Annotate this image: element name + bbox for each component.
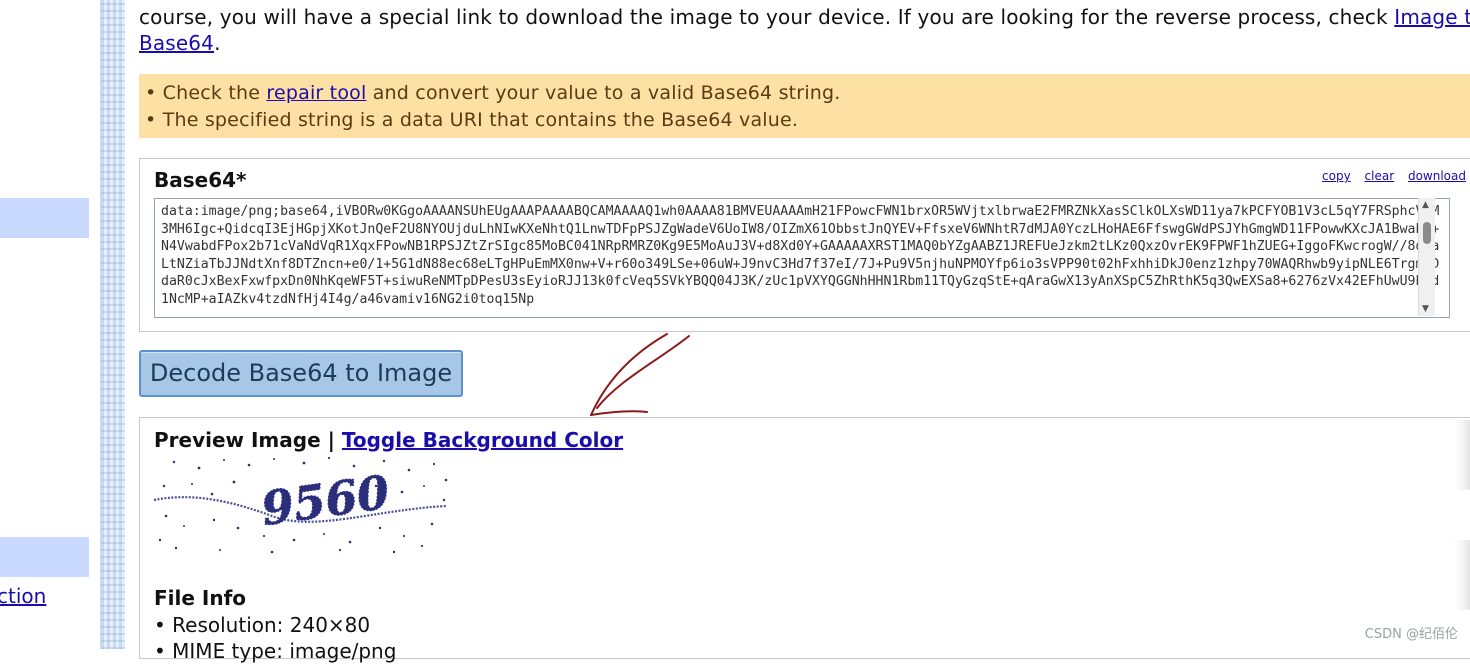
separator: | [320,428,342,452]
scroll-down-icon[interactable]: ▼ [1422,304,1429,314]
left-sidebar: ction [0,0,100,649]
decode-button[interactable]: Decode Base64 to Image [139,350,463,397]
main-content: course, you will have a special link to … [124,0,1470,663]
scrollbar-thumb[interactable] [1423,222,1431,244]
intro-tail: . [214,31,221,55]
sidebar-item-highlighted[interactable] [0,537,89,577]
clear-button[interactable]: clear [1365,169,1395,183]
toggle-background-link[interactable]: Toggle Background Color [342,428,623,452]
file-info-list: • Resolution: 240×80 • MIME type: image/… [154,612,396,664]
notice-item: • Check the repair tool and convert your… [145,82,841,104]
intro-paragraph: course, you will have a special link to … [139,4,1470,56]
file-info-mime: • MIME type: image/png [154,639,397,663]
sidebar-link[interactable]: ction [0,584,46,608]
base64-label: Base64* [154,168,247,192]
preview-panel: Preview Image | Toggle Background Color … [139,417,1470,663]
watermark: CSDN @纪佰伦 [1364,627,1458,642]
notice-text: and convert your value to a valid Base64… [366,82,841,104]
image-to-base64-link-cont[interactable]: Base64 [139,31,214,55]
annotation-arrow-icon [590,333,690,416]
base64-panel: Base64* copy clear download data:image/p… [139,158,1470,332]
copy-button[interactable]: copy [1322,169,1351,183]
notice-box: • Check the repair tool and convert your… [139,74,1470,138]
base64-textarea[interactable]: data:image/png;base64,iVBORw0KGgoAAAANSU… [154,198,1450,318]
notice-item: • The specified string is a data URI tha… [145,109,799,131]
intro-text: course, you will have a special link to … [139,5,1395,29]
repair-tool-link[interactable]: repair tool [266,82,366,104]
file-info-title: File Info [154,586,247,610]
decorative-stripe [100,0,125,649]
base64-tools: copy clear download [1312,169,1466,183]
preview-title: Preview Image [154,428,321,452]
scroll-up-icon[interactable]: ▲ [1422,200,1429,210]
file-info-resolution: • Resolution: 240×80 [154,613,371,637]
captcha-text: 9560 [258,465,392,536]
notice-text: • Check the [145,82,267,104]
page-edge-shadow [1450,420,1470,610]
preview-heading: Preview Image | Toggle Background Color [154,428,623,452]
sidebar-item-highlighted[interactable] [0,198,89,238]
captcha-preview-image: 9560 [154,456,448,554]
textarea-scrollbar[interactable]: ▲ ▼ [1418,198,1435,316]
